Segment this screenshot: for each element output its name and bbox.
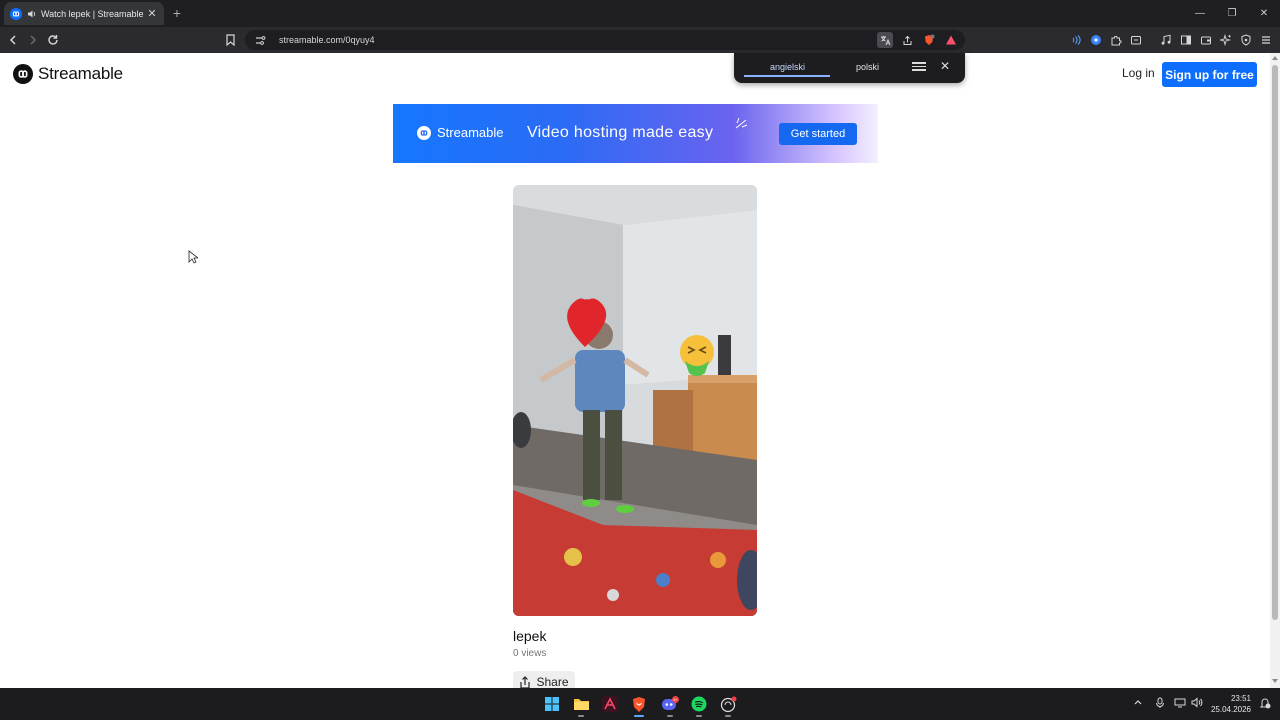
extensions-puzzle-icon[interactable] [1108, 32, 1124, 48]
windows-taskbar: 9+ 23:51 25.04.2026 [0, 688, 1280, 720]
page-scrollbar[interactable] [1270, 53, 1280, 688]
streamable-logo-icon [13, 64, 33, 84]
url-text: streamable.com/0qyuy4 [279, 35, 375, 45]
translate-source-language-tab[interactable]: angielski [770, 62, 805, 72]
notifications-icon[interactable] [1259, 696, 1271, 713]
scroll-down-arrow-icon[interactable] [1272, 679, 1278, 683]
banner-logo-icon [417, 125, 431, 140]
banner-brand: Streamable [437, 125, 504, 140]
translate-target-language-tab[interactable]: polski [856, 62, 879, 72]
spotify-icon[interactable] [690, 695, 708, 713]
clock-time: 23:51 [1230, 694, 1251, 703]
spotify-running-indicator [696, 715, 702, 717]
translate-options-menu-icon[interactable] [912, 60, 926, 74]
brave-active-indicator [634, 715, 644, 717]
share-label: Share [536, 675, 569, 689]
chatgpt-icon[interactable] [719, 695, 737, 713]
browser-tab[interactable]: Watch lepek | Streamable ✕ [4, 2, 164, 25]
screenshot-icon[interactable] [1128, 32, 1144, 48]
start-icon[interactable] [543, 695, 561, 713]
maximize-button[interactable]: ❐ [1216, 0, 1248, 27]
brave-shields-icon[interactable] [921, 32, 937, 48]
forward-icon[interactable] [25, 32, 41, 48]
browser-tab-bar: Watch lepek | Streamable ✕ + — ❐ ✕ [0, 0, 1280, 27]
tab-close-icon[interactable]: ✕ [146, 7, 158, 20]
translate-popup: angielski polski ✕ [734, 53, 965, 83]
leo-ai-icon[interactable] [1218, 32, 1234, 48]
share-icon [520, 675, 531, 689]
brave-rewards-icon[interactable] [943, 32, 959, 48]
banner-tagline: Video hosting made easy [527, 124, 714, 141]
scrollbar-thumb[interactable] [1272, 65, 1278, 620]
discord-badge: 9+ [673, 697, 678, 702]
translate-icon[interactable] [877, 32, 893, 48]
browser-toolbar: streamable.com/0qyuy4 [0, 27, 1280, 53]
wallet-icon[interactable] [1198, 32, 1214, 48]
translate-close-icon[interactable]: ✕ [939, 59, 951, 73]
file-explorer-running-indicator [578, 715, 584, 717]
vpn-shield-icon[interactable] [1238, 32, 1254, 48]
bookmark-icon[interactable] [222, 32, 238, 48]
sparkle-icon [735, 117, 748, 129]
video-frame [513, 185, 757, 616]
affinity-icon[interactable] [601, 695, 619, 713]
scroll-up-arrow-icon[interactable] [1272, 56, 1278, 60]
site-info-icon[interactable] [255, 34, 267, 46]
main-menu-icon[interactable] [1258, 32, 1274, 48]
extensions-row [1068, 32, 1274, 48]
signup-button[interactable]: Sign up for free [1162, 62, 1257, 87]
system-clock[interactable]: 23:51 25.04.2026 [1208, 693, 1251, 715]
mouse-cursor-icon [188, 250, 198, 264]
get-started-button[interactable]: Get started [779, 123, 857, 145]
media-icon[interactable] [1158, 32, 1174, 48]
video-title: lepek [513, 628, 547, 644]
clock-date: 25.04.2026 [1210, 705, 1251, 714]
page-content: Streamable Log in Sign up for free Strea… [0, 53, 1270, 693]
tray-overflow-icon[interactable] [1133, 697, 1143, 710]
reload-icon[interactable] [45, 32, 61, 48]
chatgpt-running-indicator [725, 715, 731, 717]
share-page-icon[interactable] [899, 32, 915, 48]
streamable-favicon-icon [10, 7, 22, 20]
discord-running-indicator [667, 715, 673, 717]
promo-banner[interactable]: Streamable Video hosting made easy Get s… [393, 104, 878, 163]
address-bar[interactable]: streamable.com/0qyuy4 [245, 30, 965, 50]
audio-playing-icon[interactable] [27, 9, 37, 19]
login-link[interactable]: Log in [1122, 66, 1155, 80]
video-player[interactable] [513, 185, 757, 616]
extension-audio-icon[interactable] [1068, 32, 1084, 48]
volume-icon[interactable] [1191, 697, 1203, 711]
network-icon[interactable] [1174, 697, 1186, 711]
tab-title: Watch lepek | Streamable [41, 8, 144, 19]
close-window-button[interactable]: ✕ [1248, 0, 1280, 27]
window-controls: — ❐ ✕ [1184, 0, 1280, 27]
brave-icon[interactable] [630, 695, 648, 713]
banner-logo: Streamable [417, 125, 503, 140]
discord-icon[interactable]: 9+ [661, 695, 679, 713]
back-icon[interactable] [5, 32, 21, 48]
selected-tab-indicator [744, 75, 830, 77]
file-explorer-icon[interactable] [572, 695, 590, 713]
minimize-button[interactable]: — [1184, 0, 1216, 27]
logo-text: Streamable [38, 64, 123, 83]
microphone-icon[interactable] [1155, 697, 1165, 712]
extension-blue-icon[interactable] [1088, 32, 1104, 48]
view-count: 0 views [513, 648, 547, 659]
streamable-logo[interactable]: Streamable [13, 64, 123, 84]
sidebar-toggle-icon[interactable] [1178, 32, 1194, 48]
new-tab-button[interactable]: + [170, 5, 184, 21]
